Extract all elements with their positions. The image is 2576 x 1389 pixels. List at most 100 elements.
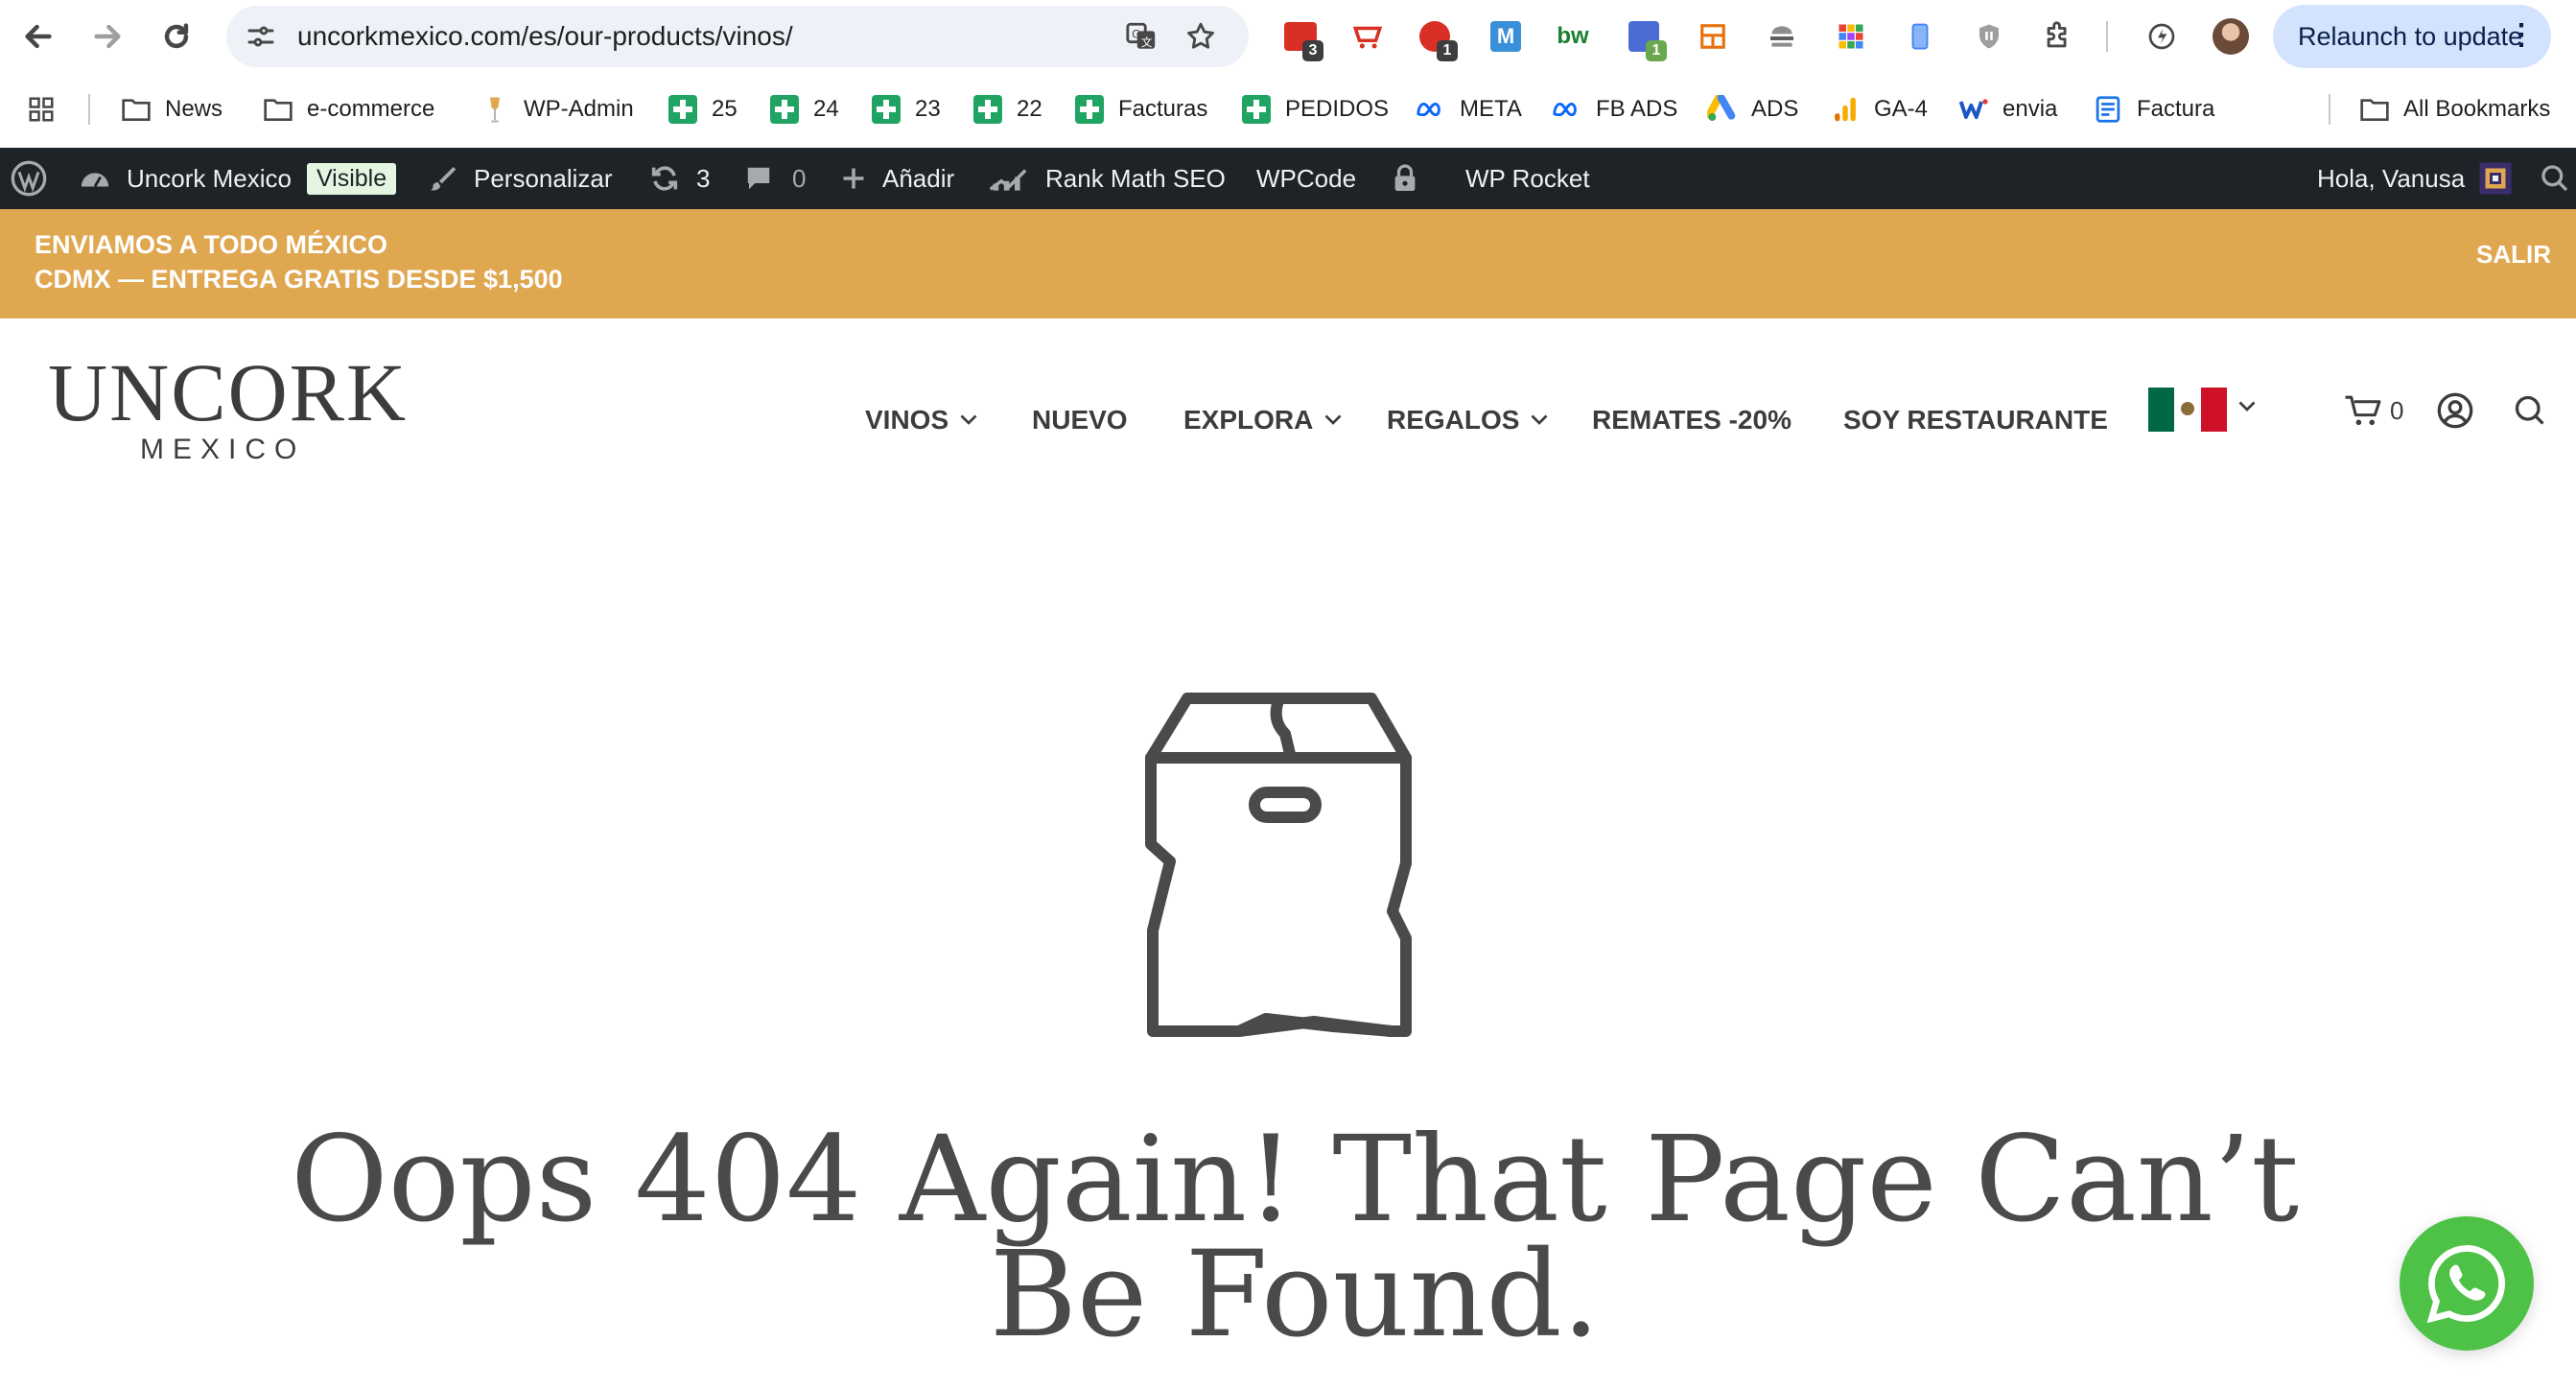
nav-item-explora[interactable]: EXPLORA [1183,405,1342,436]
nav-item-remates[interactable]: REMATES -20% [1592,405,1791,436]
ext-bw-icon[interactable]: bw [1552,15,1594,58]
bookmarks-bar: News e-commerce WP-Admin 25 24 23 22 Fac… [0,73,2576,148]
all-bookmarks-button[interactable]: All Bookmarks [2359,88,2550,130]
account-button[interactable] [2436,391,2474,430]
lock-icon [1394,164,1416,191]
bookmark-wp-admin[interactable]: WP-Admin [480,88,634,130]
ext-red-badge-icon[interactable]: 3 [1279,15,1323,61]
whatsapp-icon [2426,1245,2505,1324]
paintbrush-icon [430,167,457,191]
announcement-bar: ENVIAMOS A TODO MÉXICO CDMX — ENTREGA GR… [0,209,2576,318]
translate-icon[interactable]: G文 [1122,17,1160,56]
wp-lock[interactable] [1393,148,1417,209]
analytics-icon [1830,94,1861,125]
wp-search[interactable] [2540,148,2570,209]
relaunch-button[interactable]: Relaunch to update ⋮ [2273,5,2551,68]
search-icon [2515,395,2544,425]
wp-wpcode[interactable]: WPCode [1256,148,1356,209]
chevron-down-icon [1532,414,1548,425]
svg-text:G: G [1132,27,1140,40]
wp-comments[interactable]: 0 [744,148,806,209]
announcement-line-1: ENVIAMOS A TODO MÉXICO [35,230,388,259]
back-button[interactable] [15,13,61,59]
profile-avatar-icon[interactable] [2210,15,2252,58]
bookmark-star-icon[interactable] [1182,17,1220,56]
ext-red-cart-icon[interactable] [1347,15,1389,58]
bookmark-meta[interactable]: META [1416,88,1522,130]
site-settings-icon[interactable] [244,19,278,54]
user-icon [2437,392,2473,429]
sheets-icon [1241,94,1272,125]
ext-colorgrid-icon[interactable] [1830,15,1872,58]
bookmark-pedidos[interactable]: PEDIDOS [1241,88,1389,130]
wp-rankmath[interactable]: Rank Math SEO [988,148,1226,209]
empty-box-icon [1145,693,1412,1037]
bookmark-factura[interactable]: Factura [2093,88,2214,130]
folder-icon [2359,94,2390,125]
page-title: Oops 404 Again! That Page Can’t Be Found… [290,1111,2300,1364]
whatsapp-button[interactable] [2400,1216,2534,1351]
toolbar-divider [2106,21,2108,52]
menu-kebab-icon[interactable]: ⋮ [2507,18,2536,53]
wp-site-name[interactable]: Uncork Mexico Visible [79,148,397,209]
bookmark-facturas[interactable]: Facturas [1074,88,1207,130]
search-icon [2541,165,2568,192]
logo-subtitle: MEXICO [140,434,306,465]
ext-shield-icon[interactable] [1968,15,2010,58]
google-ads-icon [1707,94,1738,125]
wp-account[interactable]: Hola, Vanusa [2317,148,2513,209]
bookmark-ecommerce[interactable]: e-commerce [263,88,434,130]
wp-logo-button[interactable] [10,148,48,209]
arrow-left-icon [25,24,52,49]
site-header: UNCORK MEXICO VINOS NUEVO EXPLORA REGALO… [0,318,2576,472]
folder-icon [263,94,293,125]
ext-layout-icon[interactable] [1692,15,1734,58]
nav-item-vinos[interactable]: VINOS [865,405,977,436]
apps-grid-button[interactable] [27,88,56,130]
bookmark-ads[interactable]: ADS [1707,88,1798,130]
bookmark-ga4[interactable]: GA-4 [1830,88,1928,130]
bookmark-fb-ads[interactable]: FB ADS [1552,88,1677,130]
meta-logo-icon [1552,94,1582,125]
nav-item-regalos[interactable]: REGALOS [1387,405,1548,436]
bookmark-25[interactable]: 25 [667,88,738,130]
bookmark-envia[interactable]: envia [1958,88,2057,130]
ext-code-icon[interactable]: 1 [1623,15,1667,61]
wp-admin-bar: Uncork Mexico Visible Personalizar 3 0 A… [0,148,2576,209]
bookmark-22[interactable]: 22 [972,88,1042,130]
wp-rocket[interactable]: WP Rocket [1465,148,1590,209]
bookmark-23[interactable]: 23 [871,88,941,130]
cart-button[interactable]: 0 [2344,391,2403,430]
ext-phone-icon[interactable] [1899,15,1941,58]
chevron-down-icon [960,414,977,425]
sheets-icon [1074,94,1105,125]
chevron-down-icon [1324,414,1342,425]
extensions-puzzle-icon[interactable] [2037,15,2079,58]
ext-m-blue-icon[interactable]: M [1485,15,1527,58]
browser-toolbar: uncorkmexico.com/es/our-products/vinos/ … [0,0,2576,73]
nav-item-soy-restaurante[interactable]: SOY RESTAURANTE [1843,405,2108,436]
forward-button[interactable] [84,13,130,59]
url-text[interactable]: uncorkmexico.com/es/our-products/vinos/ [297,21,793,52]
bookmark-24[interactable]: 24 [769,88,839,130]
address-bar[interactable]: uncorkmexico.com/es/our-products/vinos/ … [226,6,1249,67]
folder-icon [121,94,152,125]
performance-icon[interactable] [2141,15,2183,58]
bookmark-news[interactable]: News [121,88,222,130]
wp-customize[interactable]: Personalizar [428,148,613,209]
site-search-button[interactable] [2513,391,2547,430]
comment-icon [747,167,770,190]
mexico-flag-icon [2148,388,2227,432]
ext-burger-icon[interactable] [1761,15,1803,58]
wp-add-new[interactable]: Añadir [840,148,954,209]
reload-icon [164,23,189,49]
announcement-close-button[interactable]: SALIR [2476,240,2551,270]
reload-button[interactable] [153,13,199,59]
wp-updates[interactable]: 3 [648,148,710,209]
cart-icon [2345,395,2381,426]
document-icon [2093,94,2123,125]
ext-red-g-icon[interactable]: 1 [1414,15,1458,61]
user-avatar-icon [2479,162,2512,195]
announcement-line-2: CDMX — ENTREGA GRATIS DESDE $1,500 [35,265,563,294]
nav-item-nuevo[interactable]: NUEVO [1032,405,1128,436]
